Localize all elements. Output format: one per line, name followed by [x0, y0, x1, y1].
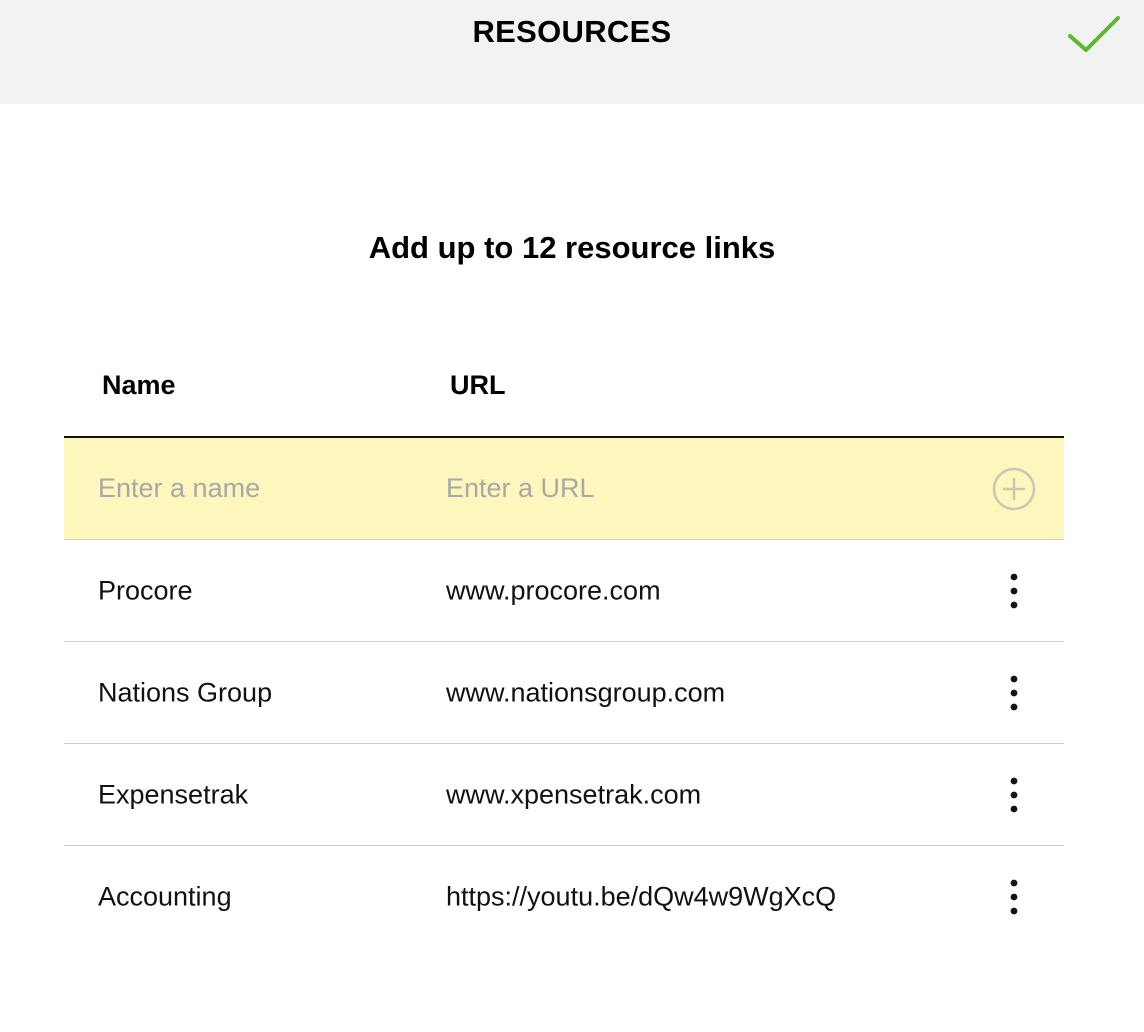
more-vertical-icon — [1010, 675, 1018, 710]
add-resource-button[interactable] — [992, 467, 1036, 511]
row-menu-button[interactable] — [1000, 877, 1028, 917]
section-subtitle: Add up to 12 resource links — [368, 230, 776, 265]
resource-name: Nations Group — [98, 677, 273, 707]
table-row: Expensetrak www.xpensetrak.com — [64, 744, 1064, 846]
resource-url: www.xpensetrak.com — [446, 779, 702, 809]
plus-circle-icon — [992, 467, 1036, 510]
more-vertical-icon — [1010, 879, 1018, 914]
table-row: Procore www.procore.com — [64, 540, 1064, 642]
table-row: Accounting https://youtu.be/dQw4w9WgXcQ — [64, 846, 1064, 947]
resource-url: www.nationsgroup.com — [446, 677, 726, 707]
resource-name: Accounting — [98, 881, 232, 911]
resource-url: https://youtu.be/dQw4w9WgXcQ — [446, 881, 837, 911]
column-header-name: Name — [102, 370, 176, 400]
new-resource-row — [64, 438, 1064, 540]
row-menu-button[interactable] — [1000, 775, 1028, 815]
url-input[interactable] — [446, 468, 926, 509]
checkmark-icon — [1068, 16, 1120, 52]
table-row: Nations Group www.nationsgroup.com — [64, 642, 1064, 744]
resource-name: Procore — [98, 575, 193, 605]
row-menu-button[interactable] — [1000, 673, 1028, 713]
more-vertical-icon — [1010, 573, 1018, 608]
column-header-url: URL — [450, 370, 506, 400]
confirm-button[interactable] — [1064, 12, 1124, 56]
more-vertical-icon — [1010, 777, 1018, 812]
table-header: Name URL — [64, 354, 1064, 438]
resource-name: Expensetrak — [98, 779, 249, 809]
resources-table: Name URL Procore www.procore.com Nations… — [64, 354, 1064, 947]
name-input[interactable] — [98, 468, 398, 509]
page-title: RESOURCES — [472, 14, 672, 49]
top-bar: RESOURCES — [0, 0, 1144, 104]
resource-url: www.procore.com — [446, 575, 661, 605]
row-menu-button[interactable] — [1000, 571, 1028, 611]
